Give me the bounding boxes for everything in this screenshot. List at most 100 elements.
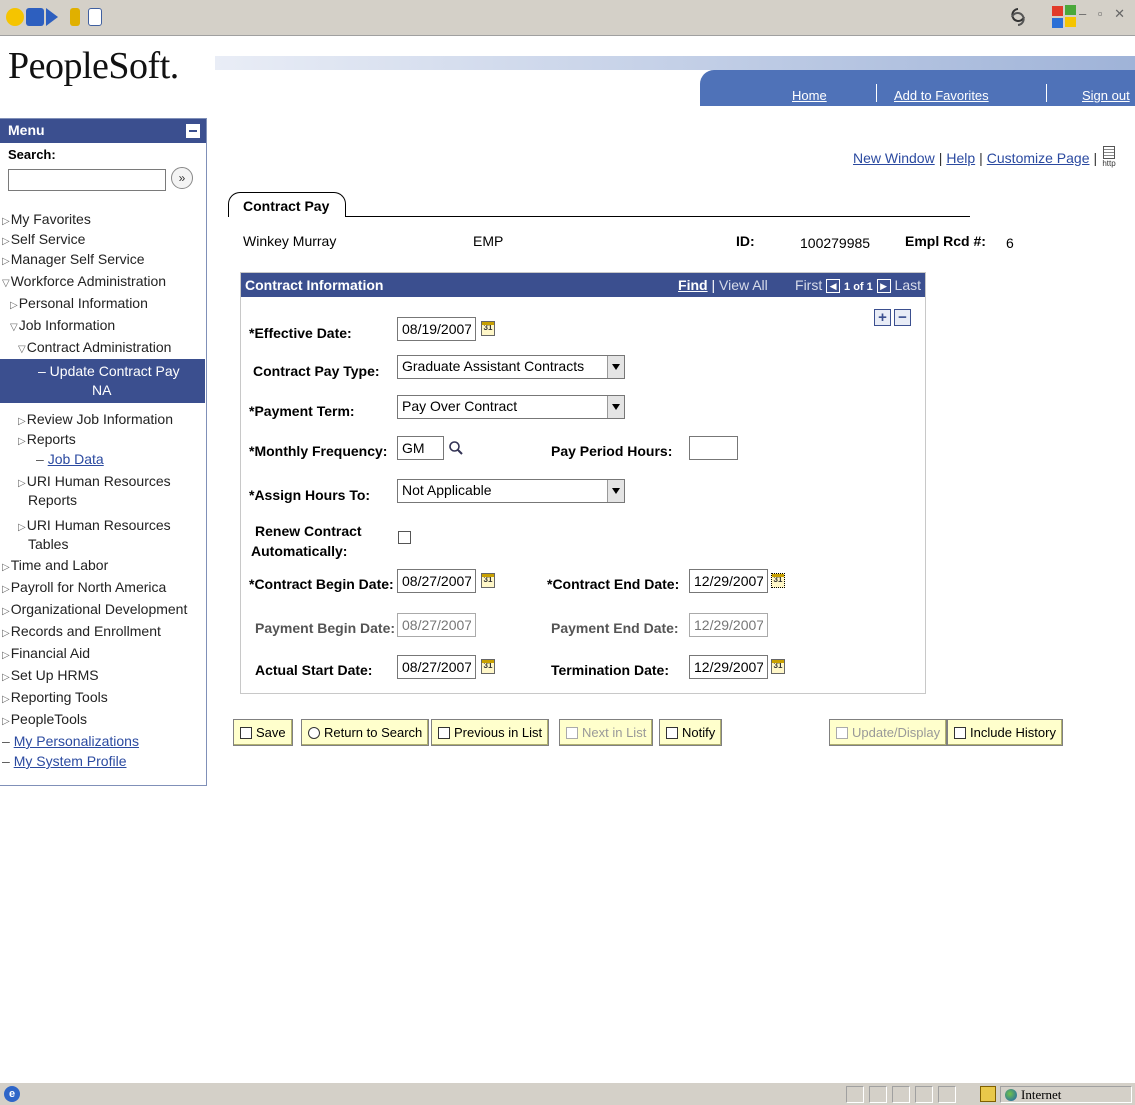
notify-button[interactable]: Notify xyxy=(659,719,723,746)
menu-item-self-service[interactable]: ▷Self Service xyxy=(2,230,85,251)
sync-icon[interactable] xyxy=(1010,7,1026,27)
next-in-list-button: Next in List xyxy=(559,719,654,746)
menu-item-label: Reports xyxy=(26,431,76,447)
next-arrow-icon[interactable]: ▶ xyxy=(876,279,891,293)
assign-hours-select[interactable]: Not Applicable xyxy=(397,479,625,503)
menu-item-label: Personal Information xyxy=(18,295,148,311)
calendar-icon[interactable]: 31 xyxy=(481,321,495,336)
security-zone: Internet xyxy=(1000,1086,1132,1103)
monthly-frequency-field[interactable] xyxy=(397,436,444,460)
expand-arrow-icon: ▷ xyxy=(2,562,10,573)
http-label: http xyxy=(1102,159,1116,168)
button-label: Save xyxy=(256,725,286,740)
include-history-icon xyxy=(954,727,966,739)
menu-item-uri-hr-reports[interactable]: ▷URI Human Resources xyxy=(18,472,171,493)
menu-item-update-contract-pay-na[interactable]: – Update Contract Pay NA xyxy=(0,359,205,403)
menu-item-workforce-administration[interactable]: ▽Workforce Administration xyxy=(2,272,166,293)
menu-item-label: Set Up HRMS xyxy=(10,667,99,683)
menu-item-organizational-development[interactable]: ▷Organizational Development xyxy=(2,600,187,621)
customize-page-link[interactable]: Customize Page xyxy=(987,150,1090,166)
menu-item-label: My Favorites xyxy=(10,211,91,227)
ie-doc-icon[interactable] xyxy=(88,8,102,26)
menu-item-job-data[interactable]: – Job Data xyxy=(36,450,104,468)
search-row: » xyxy=(0,167,206,193)
delete-row-icon[interactable]: − xyxy=(894,309,911,326)
add-row-icon[interactable]: + xyxy=(874,309,891,326)
group-navigation: Find | View All First ◀ 1 of 1 ▶ Last xyxy=(678,277,921,293)
pay-period-hours-field[interactable] xyxy=(689,436,738,460)
expand-arrow-icon: ▷ xyxy=(2,236,10,247)
menu-item-review-job-information[interactable]: ▷Review Job Information xyxy=(18,410,173,431)
menu-item-contract-administration[interactable]: ▽Contract Administration xyxy=(18,338,171,359)
last-label[interactable]: Last xyxy=(895,277,921,293)
window-controls[interactable]: – ▫ ✕ xyxy=(1079,6,1129,22)
select-value: Graduate Assistant Contracts xyxy=(402,358,585,374)
calendar-icon[interactable]: 31 xyxy=(481,659,495,674)
calendar-icon[interactable]: 31 xyxy=(481,573,495,588)
menu-item-my-personalizations[interactable]: – My Personalizations xyxy=(2,732,139,750)
smiley-icon[interactable] xyxy=(6,8,24,26)
http-link-icon[interactable]: http xyxy=(1099,146,1119,168)
button-label: Update/Display xyxy=(852,725,941,740)
assign-hours-label: *Assign Hours To: xyxy=(249,487,371,503)
phone-icon[interactable] xyxy=(70,8,80,26)
search-go-icon[interactable]: » xyxy=(171,167,193,189)
include-history-button[interactable]: Include History xyxy=(947,719,1063,746)
contract-end-date-field[interactable] xyxy=(689,569,768,593)
home-link[interactable]: Home xyxy=(792,88,827,103)
view-all-link[interactable]: View All xyxy=(719,277,768,293)
menu-item-financial-aid[interactable]: ▷Financial Aid xyxy=(2,644,90,665)
effective-date-field[interactable] xyxy=(397,317,476,341)
menu-item-payroll-for-north-america[interactable]: ▷Payroll for North America xyxy=(2,578,166,599)
menu-item-job-information[interactable]: ▽Job Information xyxy=(10,316,115,337)
menu-item-label: Self Service xyxy=(10,231,86,247)
new-window-link[interactable]: New Window xyxy=(853,150,935,166)
menu-item-reports[interactable]: ▷Reports xyxy=(18,430,76,451)
search-input[interactable] xyxy=(8,169,166,191)
previous-in-list-button[interactable]: Previous in List xyxy=(431,719,550,746)
app-header: PeopleSoft. Home Add to Favorites Sign o… xyxy=(0,36,1135,118)
menu-item-records-and-enrollment[interactable]: ▷Records and Enrollment xyxy=(2,622,161,643)
find-link[interactable]: Find xyxy=(678,277,708,293)
expand-arrow-icon: ▷ xyxy=(2,716,10,727)
menu-item-label: URI Human Resources xyxy=(26,517,171,533)
help-link[interactable]: Help xyxy=(946,150,975,166)
menu-item-uri-hr-tables[interactable]: ▷URI Human Resources xyxy=(18,516,171,537)
payment-begin-date-field xyxy=(397,613,476,637)
contract-begin-date-field[interactable] xyxy=(397,569,476,593)
calendar-icon[interactable]: 31 xyxy=(771,659,785,674)
tab-underline xyxy=(346,216,970,217)
menu-item-time-and-labor[interactable]: ▷Time and Labor xyxy=(2,556,108,577)
menu-item-set-up-hrms[interactable]: ▷Set Up HRMS xyxy=(2,666,99,687)
lock-icon xyxy=(980,1086,996,1102)
page-links: New Window | Help | Customize Page | xyxy=(853,150,1101,166)
menu-item-my-system-profile[interactable]: – My System Profile xyxy=(2,752,127,770)
renew-contract-label-line2: Automatically: xyxy=(251,543,348,559)
menu-item-personal-information[interactable]: ▷Personal Information xyxy=(10,294,148,315)
first-label[interactable]: First xyxy=(795,277,822,293)
expand-arrow-icon: ▷ xyxy=(2,628,10,639)
menu-item-manager-self-service[interactable]: ▷Manager Self Service xyxy=(2,250,145,271)
left-menu: Menu Search: » ▷My Favorites ▷Self Servi… xyxy=(0,118,207,786)
calendar-icon[interactable]: 31 xyxy=(771,573,785,588)
lookup-magnifier-icon[interactable] xyxy=(448,440,464,456)
add-to-favorites-link[interactable]: Add to Favorites xyxy=(894,88,989,103)
sign-out-link[interactable]: Sign out xyxy=(1082,88,1130,103)
return-to-search-button[interactable]: Return to Search xyxy=(301,719,430,746)
minimize-icon[interactable] xyxy=(186,124,200,138)
menu-item-reporting-tools[interactable]: ▷Reporting Tools xyxy=(2,688,108,709)
tab-contract-pay[interactable]: Contract Pay xyxy=(228,192,346,217)
menu-item-peopletools[interactable]: ▷PeopleTools xyxy=(2,710,87,731)
monitor-icon[interactable] xyxy=(26,8,44,26)
contract-pay-type-select[interactable]: Graduate Assistant Contracts xyxy=(397,355,625,379)
menu-item-my-favorites[interactable]: ▷My Favorites xyxy=(2,210,91,231)
renew-contract-checkbox[interactable] xyxy=(398,531,411,544)
menu-item-label: Job Information xyxy=(18,317,116,333)
previous-arrow-icon[interactable]: ◀ xyxy=(826,279,841,293)
play-icon[interactable] xyxy=(46,8,58,26)
actual-start-date-field[interactable] xyxy=(397,655,476,679)
expand-arrow-icon: ▷ xyxy=(18,522,26,533)
payment-term-select[interactable]: Pay Over Contract xyxy=(397,395,625,419)
termination-date-field[interactable] xyxy=(689,655,768,679)
save-button[interactable]: Save xyxy=(233,719,293,746)
